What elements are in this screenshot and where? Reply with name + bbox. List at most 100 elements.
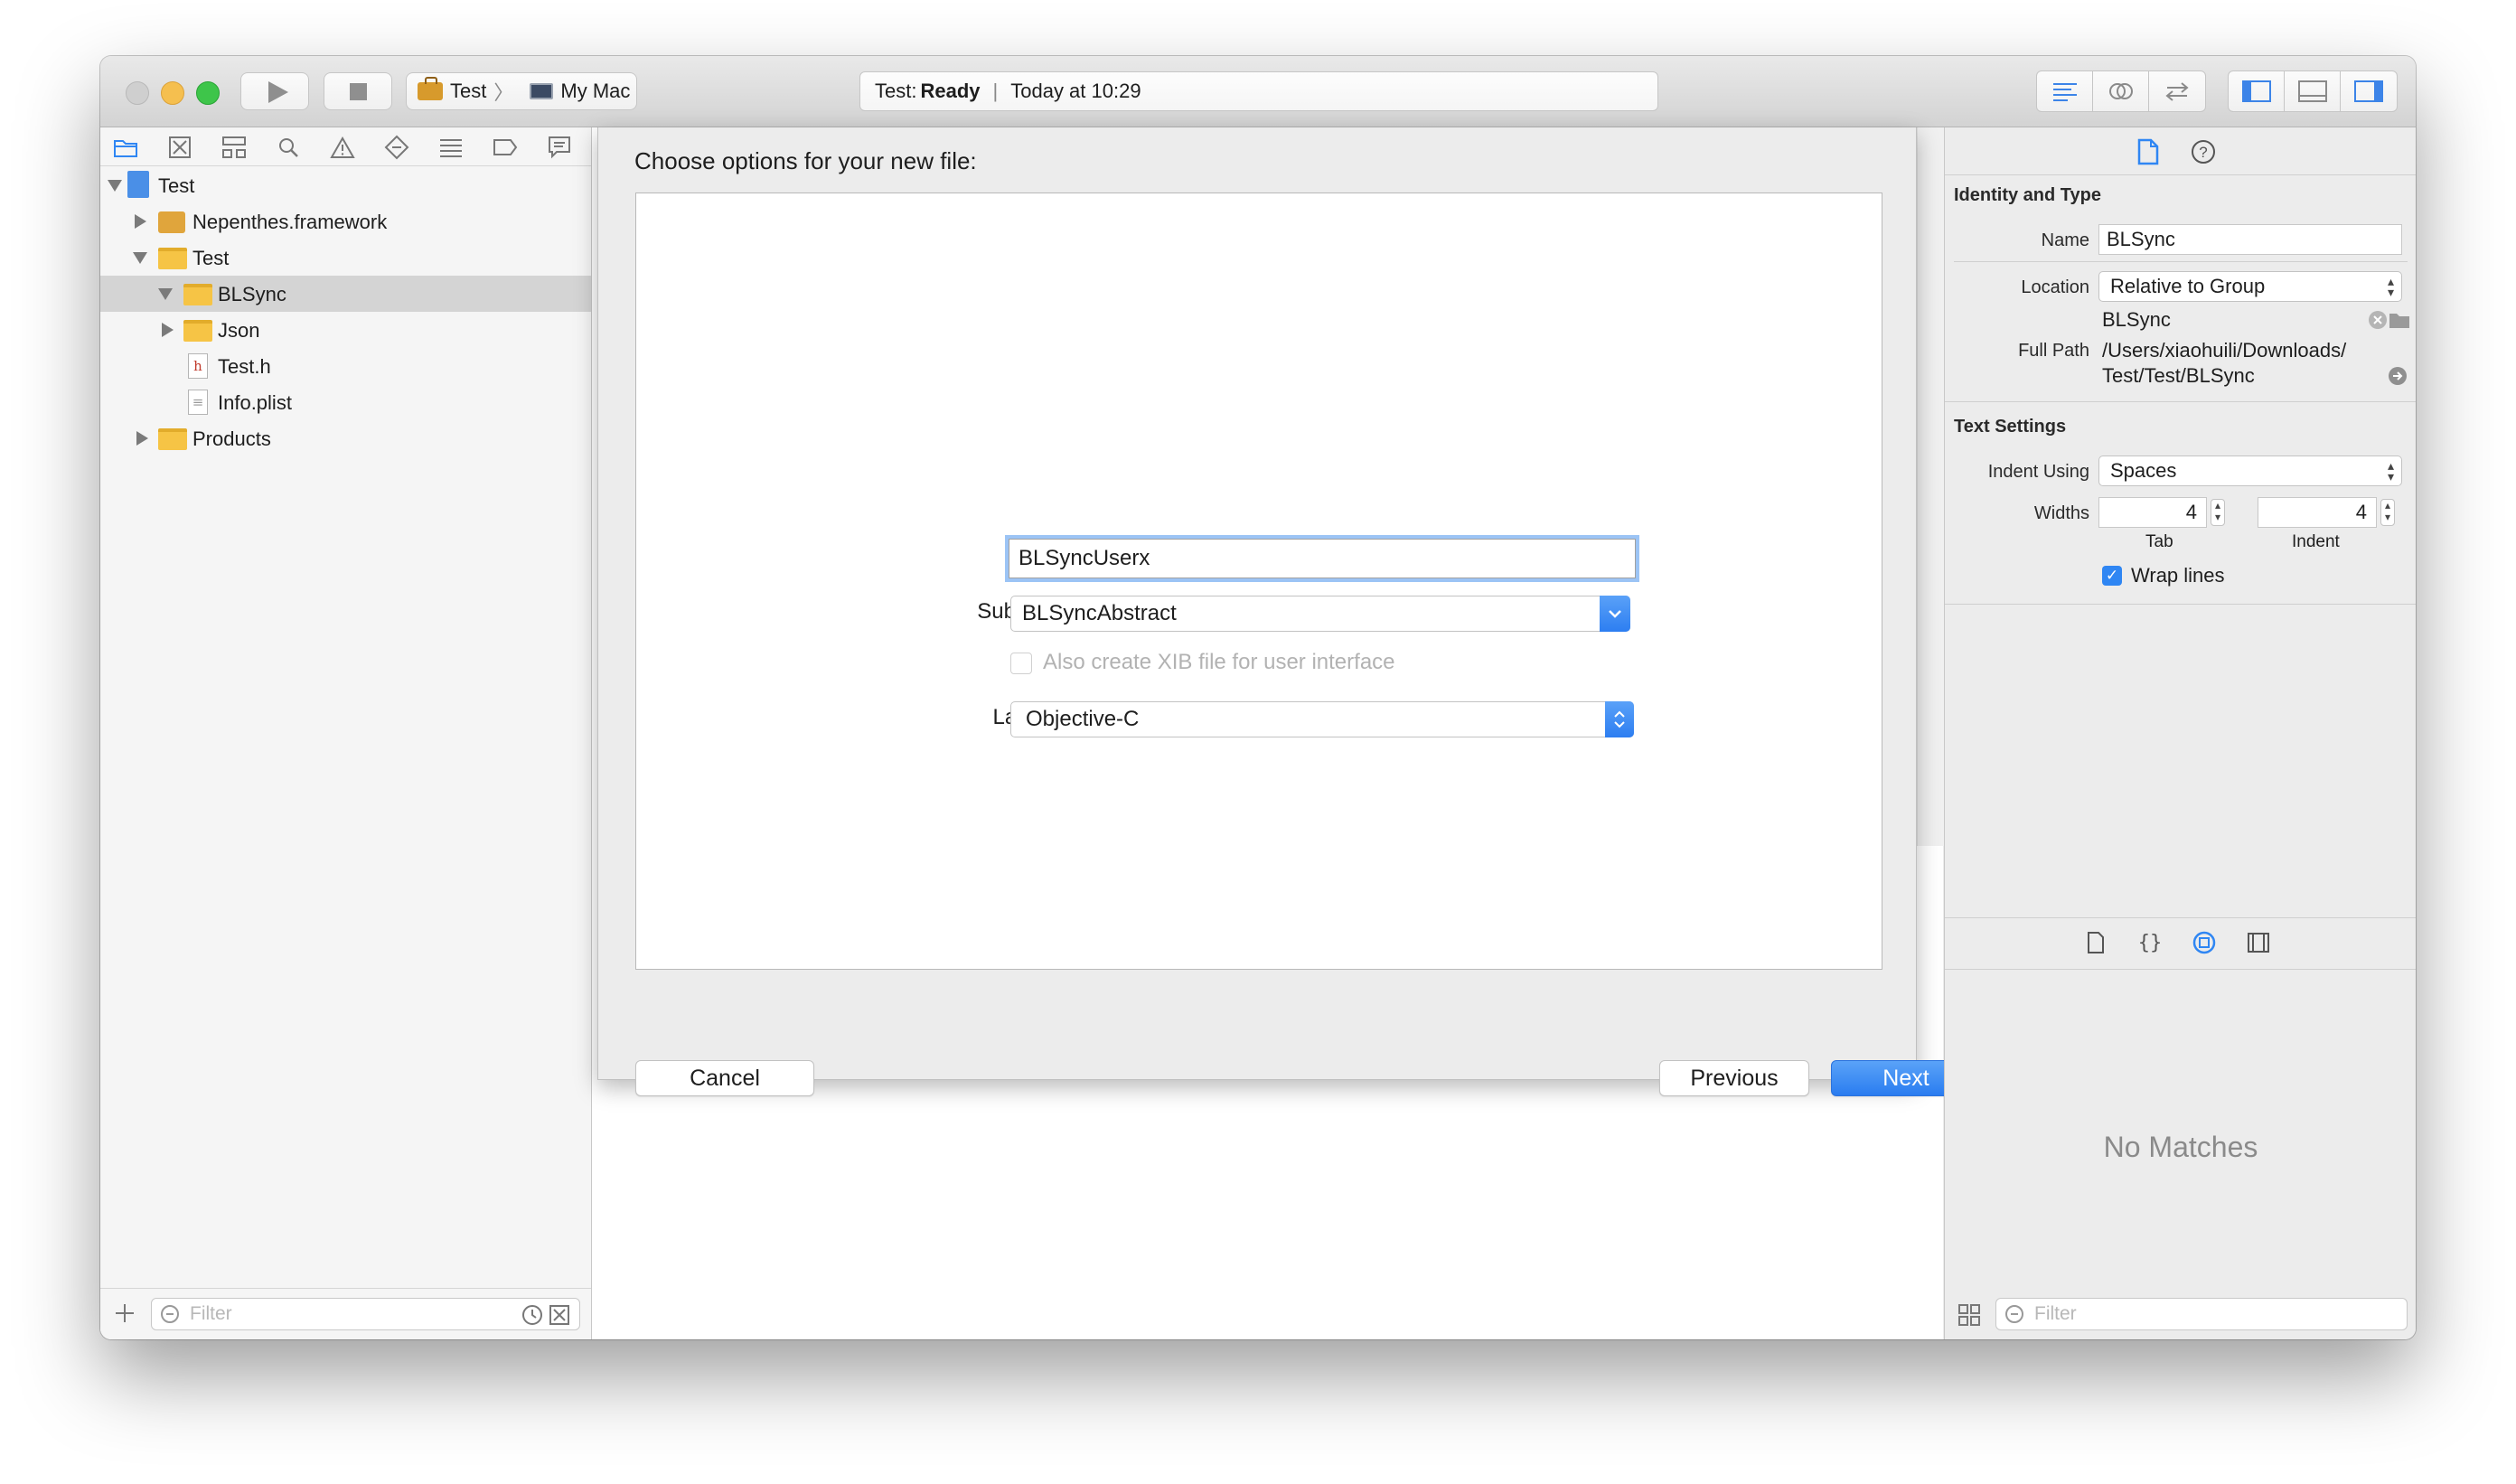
xib-checkbox-label: Also create XIB file for user interface [1043,650,1395,674]
grid-view-icon[interactable] [1957,1303,1981,1327]
class-name-field[interactable]: BLSyncUserx [1009,539,1636,578]
filter-placeholder: Filter [190,1303,232,1324]
warning-icon[interactable] [330,135,355,160]
status-separator: | [992,80,999,102]
language-popup[interactable]: Objective-C [1010,701,1634,737]
tree-label: Json [218,319,260,342]
folder-icon [183,284,212,305]
reveal-in-finder-icon[interactable] [2388,366,2408,386]
minimize-window-button[interactable] [161,81,184,105]
wrap-lines-checkbox[interactable]: ✓ [2102,566,2122,586]
disclosure-closed-icon[interactable] [162,323,174,337]
location-popup[interactable]: Relative to Group ▴ ▾ [2098,271,2402,302]
tab-width-value: 4 [2185,501,2197,523]
disclosure-closed-icon[interactable] [136,431,148,446]
cancel-button-label: Cancel [690,1065,760,1091]
indent-using-popup[interactable]: Spaces ▴ ▾ [2098,456,2402,486]
updown-arrows-icon: ▴ ▾ [2387,274,2394,299]
file-template-icon[interactable] [2084,931,2108,954]
breakpoint-icon[interactable] [493,135,518,160]
run-button[interactable] [240,72,309,110]
toggle-navigator-button[interactable] [2229,71,2285,111]
clear-location-icon[interactable] [2368,310,2388,330]
code-snippet-icon[interactable]: {} [2138,931,2162,954]
debug-list-icon[interactable] [438,135,464,160]
briefcase-icon [418,77,443,100]
source-control-icon[interactable] [167,135,192,160]
name-field[interactable]: BLSync [2098,224,2402,255]
navigator-filter-input[interactable]: Filter [151,1298,580,1330]
disclosure-open-icon[interactable] [108,180,122,192]
svg-text:{}: {} [2139,932,2161,954]
sheet-title: Choose options for your new file: [634,147,977,174]
scheme-target-label: Test [450,80,487,102]
navigator-selector-bar [100,127,591,166]
scheme-selector[interactable]: Test 〉 My Mac [406,72,637,110]
new-file-options-sheet: Choose options for your new file: Class:… [597,127,1981,1096]
subclass-value: BLSyncAbstract [1022,601,1177,625]
tree-label: Test.h [218,355,271,378]
chevron-down-icon[interactable] [1600,596,1630,632]
framework-icon [158,211,185,233]
left-panel-icon [2241,80,2271,102]
close-window-button[interactable] [126,81,149,105]
tree-row-group-test[interactable]: Test [100,240,591,276]
laptop-icon [530,83,554,99]
toggle-inspector-button[interactable] [2341,71,2397,111]
stop-button[interactable] [324,72,392,110]
divider [1945,604,2416,605]
xib-checkbox[interactable] [1010,653,1032,674]
library-filter-bar: Filter [1945,1289,2416,1339]
status-prefix: Test: [875,80,917,102]
quick-help-icon[interactable]: ? [2191,139,2216,164]
updown-arrows-icon [1605,701,1634,737]
tree-row-info-plist[interactable]: ≡ Info.plist [100,384,591,420]
disclosure-open-icon[interactable] [158,288,173,300]
test-diamond-icon[interactable] [384,135,409,160]
name-label: Name [2041,230,2089,250]
tree-row-blsync[interactable]: BLSync [100,276,591,312]
status-time: Today at 10:29 [1010,80,1141,102]
subclass-combo-box[interactable]: BLSyncAbstract [1010,596,1630,632]
library-filter-input[interactable]: Filter [1995,1298,2408,1330]
cancel-button[interactable]: Cancel [635,1060,814,1096]
folder-icon [158,248,187,269]
tree-row-json[interactable]: Json [100,312,591,348]
version-editor-button[interactable] [2149,71,2205,111]
text-settings-title: Text Settings [1954,417,2067,437]
standard-editor-button[interactable] [2037,71,2093,111]
search-icon[interactable] [276,135,301,160]
tree-row-framework[interactable]: Nepenthes.framework [100,203,591,240]
scm-filter-icon[interactable] [549,1304,570,1326]
disclosure-closed-icon[interactable] [135,214,146,229]
fullpath-label: Full Path [2018,341,2089,361]
zoom-window-button[interactable] [196,81,220,105]
activity-status: Test: Ready | Today at 10:29 [859,71,1658,111]
add-icon[interactable] [113,1301,136,1325]
choose-folder-icon[interactable] [2388,310,2411,330]
bottom-panel-icon [2297,80,2327,102]
options-panel [635,193,1882,970]
folder-icon[interactable] [113,135,138,160]
assistant-editor-button[interactable] [2093,71,2149,111]
previous-button[interactable]: Previous [1659,1060,1809,1096]
previous-button-label: Previous [1690,1065,1779,1091]
tab-width-stepper[interactable]: ▴ ▾ [2211,499,2225,526]
wrap-lines-label: Wrap lines [2131,564,2225,587]
tab-width-field[interactable]: 4 [2098,497,2207,528]
toggle-debug-area-button[interactable] [2285,71,2341,111]
file-inspector-icon[interactable] [2136,138,2160,165]
object-library-icon[interactable] [2192,931,2216,954]
media-library-icon[interactable] [2247,931,2270,954]
disclosure-open-icon[interactable] [133,252,147,264]
tree-row-products[interactable]: Products [100,420,591,456]
indent-width-field[interactable]: 4 [2258,497,2377,528]
tree-row-test-h[interactable]: h Test.h [100,348,591,384]
symbol-hierarchy-icon[interactable] [221,135,247,160]
indent-width-stepper[interactable]: ▴ ▾ [2380,499,2395,526]
clock-icon[interactable] [521,1304,543,1326]
inspector-pane: ? Identity and Type Name BLSync Location… [1944,127,2416,1339]
report-icon[interactable] [547,135,572,160]
folder-icon [183,320,212,342]
tree-row-project-test[interactable]: Test [100,167,591,203]
